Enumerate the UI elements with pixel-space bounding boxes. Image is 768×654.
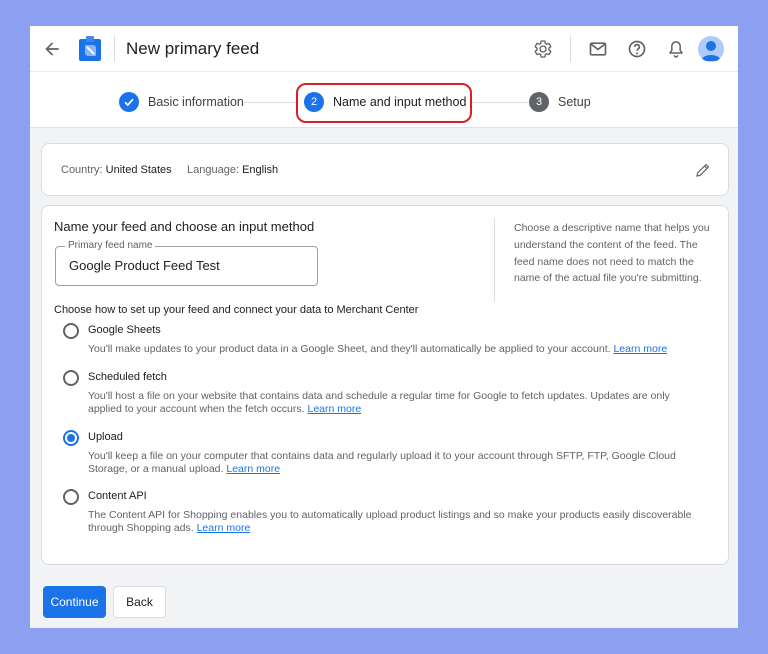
option-description: The Content API for Shopping enables you… [88,509,700,535]
radio-google-sheets[interactable] [63,323,79,339]
country-label: Country: [61,164,103,176]
country-summary: Country: United States [61,164,172,176]
radio-upload[interactable] [63,430,79,446]
account-avatar[interactable] [698,36,724,62]
step-label: Setup [558,95,591,109]
title-divider [114,36,115,62]
feed-setup-card: Name your feed and choose an input metho… [41,205,729,565]
learn-more-link[interactable]: Learn more [226,463,280,475]
setup-prompt: Choose how to set up your feed and conne… [54,304,419,316]
radio-scheduled-fetch[interactable] [63,370,79,386]
mail-icon[interactable] [588,39,608,59]
edit-pencil-icon[interactable] [694,161,712,179]
option-title: Content API [88,490,147,502]
continue-button[interactable]: Continue [43,586,106,618]
page-title: New primary feed [126,39,260,58]
notifications-icon[interactable] [666,39,686,59]
feed-name-label: Primary feed name [65,240,156,251]
feed-name-field[interactable]: Primary feed name [55,240,318,286]
back-button[interactable]: Back [113,586,166,618]
learn-more-link[interactable]: Learn more [307,403,361,415]
language-value: English [242,164,279,176]
option-description-text: You'll host a file on your website that … [88,390,670,415]
step-connector [472,102,528,103]
back-arrow-icon[interactable] [42,39,62,59]
highlight-annotation [296,83,472,123]
progress-stepper: Basic information 2 Name and input metho… [30,72,738,128]
country-value: United States [105,164,172,176]
option-title: Google Sheets [88,324,161,336]
header-icon-divider [570,36,571,62]
app-window: New primary feed Basic information 2 Nam… [30,26,738,628]
option-description: You'll keep a file on your computer that… [88,450,700,476]
option-description: You'll host a file on your website that … [88,390,700,416]
option-description: You'll make updates to your product data… [88,343,700,356]
country-language-card: Country: United States Language: English [41,143,729,196]
feed-name-help-text: Choose a descriptive name that helps you… [514,222,710,285]
option-title: Upload [88,431,123,443]
settings-icon[interactable] [533,39,553,59]
help-divider [494,218,495,302]
feed-name-input[interactable] [69,258,309,273]
learn-more-link[interactable]: Learn more [613,343,667,355]
step-setup[interactable]: 3 Setup [529,91,591,113]
learn-more-link[interactable]: Learn more [197,522,251,534]
top-app-bar: New primary feed [30,26,738,72]
merchant-center-logo [78,36,102,62]
check-icon [119,92,139,112]
step-number: 3 [529,92,549,112]
option-title: Scheduled fetch [88,371,167,383]
section-title: Name your feed and choose an input metho… [54,219,315,234]
option-description-text: You'll keep a file on your computer that… [88,450,676,475]
option-description-text: You'll make updates to your product data… [88,343,611,355]
radio-content-api[interactable] [63,489,79,505]
step-connector [244,102,296,103]
step-basic-information[interactable]: Basic information [119,91,244,113]
help-icon[interactable] [627,39,647,59]
step-label: Basic information [148,95,244,109]
language-label: Language: [187,164,239,176]
option-description-text: The Content API for Shopping enables you… [88,509,692,534]
language-summary: Language: English [187,164,278,176]
